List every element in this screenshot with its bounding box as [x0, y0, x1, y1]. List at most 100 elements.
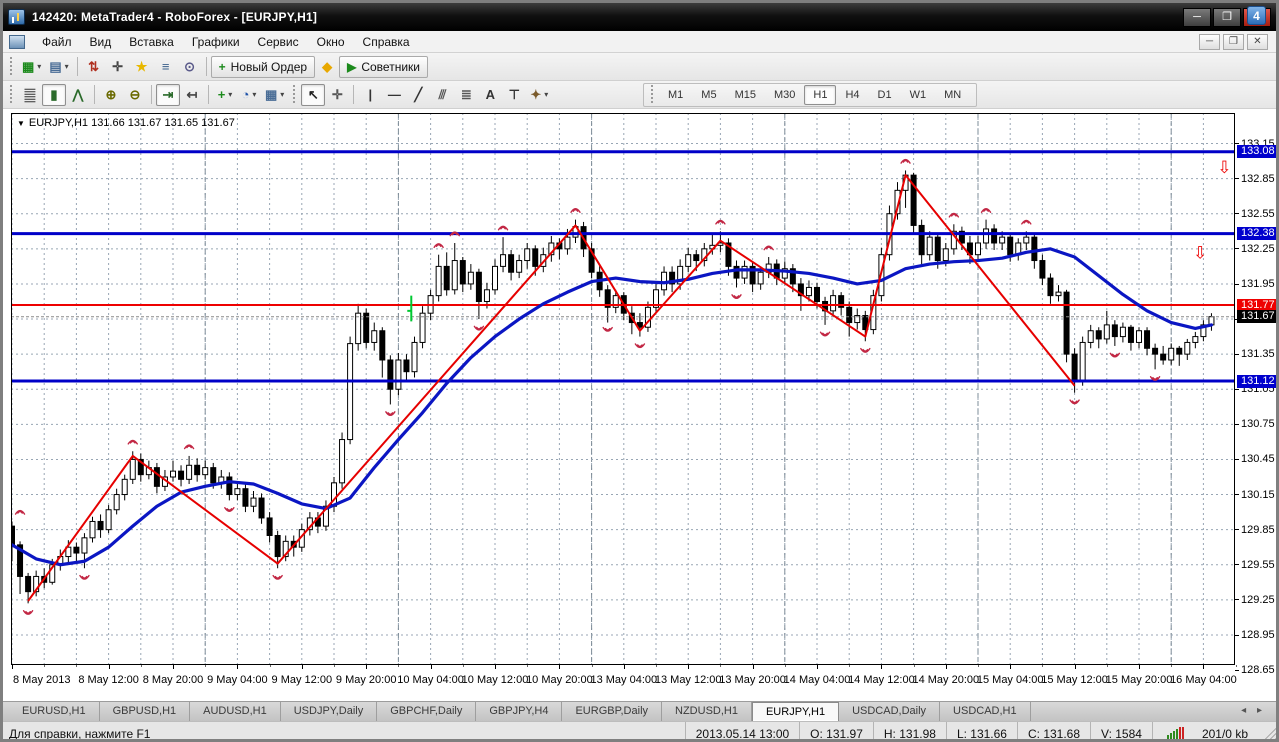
market-watch-button[interactable]: ⇅: [82, 56, 106, 78]
dropdown-arrow-icon[interactable]: ▾: [228, 90, 232, 99]
price-tick: 132.25: [1235, 243, 1276, 255]
menu-item-window[interactable]: Окно: [308, 33, 354, 51]
restore-button[interactable]: ❐: [1213, 7, 1241, 27]
time-tick: [366, 665, 368, 669]
crosshair-button[interactable]: ✛: [325, 84, 349, 106]
timeframe-d1[interactable]: D1: [869, 85, 901, 105]
time-tick: [430, 665, 432, 669]
mdi-close-button[interactable]: ✕: [1247, 33, 1268, 50]
dropdown-arrow-icon[interactable]: ▾: [252, 90, 256, 99]
time-tick-minor: [1106, 665, 1108, 667]
profiles-button[interactable]: ▤ ▾: [45, 56, 72, 78]
menu-item-service[interactable]: Сервис: [249, 33, 308, 51]
resize-grip[interactable]: [1258, 722, 1276, 739]
time-tick: [108, 665, 110, 669]
chart-shift-button[interactable]: ↤: [180, 84, 204, 106]
tab-gbpjpy-h4[interactable]: GBPJPY,H4: [476, 702, 563, 721]
svg-text:⇩: ⇩: [1193, 243, 1207, 262]
text-button[interactable]: A: [478, 84, 502, 106]
toolbar-grip[interactable]: [650, 85, 655, 105]
auto-scroll-button[interactable]: ⇥: [156, 83, 180, 106]
tab-eurjpy-h1[interactable]: EURJPY,H1: [751, 702, 840, 721]
terminal-button[interactable]: ≡: [154, 56, 178, 78]
tab-gbpusd-h1[interactable]: GBPUSD,H1: [100, 702, 191, 721]
timeframe-m1[interactable]: M1: [659, 85, 692, 105]
tab-scroll-arrows[interactable]: ◂ ▸: [1241, 702, 1276, 721]
strategy-tester-button[interactable]: ⊙: [178, 56, 202, 78]
bar-chart-button[interactable]: 𝄛: [18, 84, 42, 106]
menu-item-file[interactable]: Файл: [33, 33, 81, 51]
price-tick: 131.95: [1235, 278, 1276, 290]
mdi-restore-button[interactable]: ❐: [1223, 33, 1244, 50]
tab-audusd-h1[interactable]: AUDUSD,H1: [190, 702, 281, 721]
timeframe-m15[interactable]: M15: [726, 85, 765, 105]
text-label-button[interactable]: ⊤: [502, 84, 526, 106]
bar-chart-icon: 𝄛: [24, 86, 36, 102]
cursor-arrow-icon: ↖: [307, 86, 319, 102]
price-tick: 128.65: [1235, 664, 1276, 676]
toolbar-grip[interactable]: [292, 84, 298, 105]
dropdown-arrow-icon[interactable]: ▾: [65, 62, 69, 71]
dropdown-arrow-icon[interactable]: ▾: [280, 90, 284, 99]
shapes-icon: ✦: [530, 86, 542, 102]
tab-eurgbp-daily[interactable]: EURGBP,Daily: [562, 702, 663, 721]
time-tick-minor: [76, 665, 78, 667]
zoom-in-button[interactable]: ⊕: [99, 84, 123, 106]
toolbar-grip[interactable]: [9, 84, 14, 105]
vline-button[interactable]: |: [358, 84, 382, 106]
tester-icon: ⊙: [184, 58, 196, 74]
order-plus-icon: +: [218, 59, 226, 74]
new-chart-button[interactable]: ▦ ▾: [18, 56, 45, 78]
channel-button[interactable]: ⫻: [430, 84, 454, 106]
tab-nzdusd-h1[interactable]: NZDUSD,H1: [662, 702, 752, 721]
metaeditor-button[interactable]: ◆: [315, 56, 339, 78]
dropdown-arrow-icon[interactable]: ▾: [37, 62, 41, 71]
expert-advisors-button[interactable]: ▶ Советники: [339, 55, 428, 78]
hline-button[interactable]: —: [382, 84, 406, 106]
time-tick: [559, 665, 561, 669]
price-level-badge: 131.12: [1237, 374, 1276, 388]
menu-item-help[interactable]: Справка: [354, 33, 419, 51]
community-icon[interactable]: 4: [1247, 6, 1266, 25]
templates-button[interactable]: ▦ ▾: [261, 84, 288, 106]
navigator-button[interactable]: ★: [130, 56, 154, 78]
menu-bar: Файл Вид Вставка Графики Сервис Окно Справка ─…: [3, 31, 1276, 53]
channel-icon: ⫻: [438, 86, 447, 102]
candlestick-button[interactable]: ▮: [42, 83, 66, 106]
tab-gbpchf-daily[interactable]: GBPCHF,Daily: [377, 702, 477, 721]
dropdown-arrow-icon[interactable]: ▾: [544, 90, 548, 99]
arrows-button[interactable]: ✦ ▾: [526, 84, 552, 106]
new-order-button[interactable]: + Новый Ордер: [210, 55, 316, 78]
price-tick: 129.85: [1235, 524, 1276, 536]
line-chart-button[interactable]: ⋀: [66, 84, 90, 106]
indicators-button[interactable]: + ▾: [213, 84, 237, 106]
cursor-button[interactable]: ↖: [301, 83, 326, 106]
time-tick: [881, 665, 883, 669]
timeframe-h4[interactable]: H4: [836, 85, 868, 105]
timeframe-m30[interactable]: M30: [765, 85, 804, 105]
menu-item-charts[interactable]: Графики: [183, 33, 249, 51]
mdi-minimize-button[interactable]: ─: [1199, 33, 1220, 50]
timeframe-w1[interactable]: W1: [901, 85, 936, 105]
tab-usdcad-daily[interactable]: USDCAD,Daily: [839, 702, 941, 721]
time-tick-minor: [913, 665, 915, 667]
trendline-button[interactable]: ╱: [406, 84, 430, 106]
menu-item-view[interactable]: Вид: [81, 33, 121, 51]
menu-item-insert[interactable]: Вставка: [120, 33, 183, 51]
time-label: 9 May 04:00: [207, 674, 268, 686]
periods-button[interactable]: ◔ ▾: [237, 84, 261, 106]
fibonacci-button[interactable]: ≣: [454, 84, 478, 106]
time-tick-minor: [334, 665, 335, 667]
price-tick: 131.35: [1235, 348, 1276, 360]
chart-canvas[interactable]: ⇩⇩: [11, 113, 1235, 665]
zoom-out-button[interactable]: ⊖: [123, 84, 147, 106]
timeframe-mn[interactable]: MN: [935, 85, 970, 105]
tab-usdjpy-daily[interactable]: USDJPY,Daily: [281, 702, 378, 721]
tab-usdcad-h1[interactable]: USDCAD,H1: [940, 702, 1031, 721]
minimize-button[interactable]: ─: [1183, 7, 1211, 27]
timeframe-h1[interactable]: H1: [804, 85, 837, 105]
data-window-button[interactable]: ✛: [106, 56, 130, 78]
tab-eurusd-h1[interactable]: EURUSD,H1: [9, 702, 100, 721]
toolbar-grip[interactable]: [9, 56, 14, 77]
timeframe-m5[interactable]: M5: [692, 85, 725, 105]
